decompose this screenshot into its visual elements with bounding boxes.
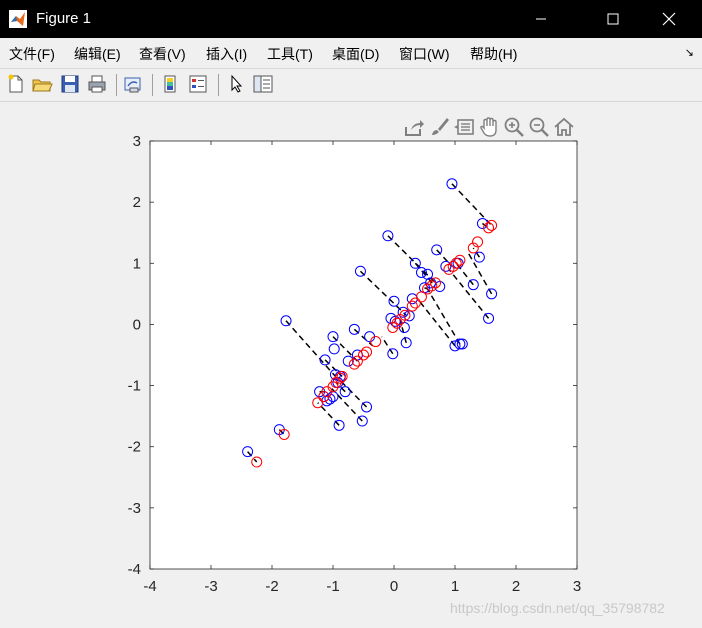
x-tick-label: 3 [573, 578, 581, 595]
y-tick-label: -1 [128, 378, 141, 395]
x-tick-label: 2 [512, 578, 520, 595]
x-tick-label: -3 [204, 578, 217, 595]
x-tick-label: -2 [265, 578, 278, 595]
x-tick-label: 1 [451, 578, 459, 595]
x-tick-label: -1 [326, 578, 339, 595]
y-tick-label: -2 [128, 439, 141, 456]
axes-box [149, 140, 578, 570]
x-tick-label: -4 [143, 578, 156, 595]
x-tick-label: 0 [390, 578, 398, 595]
y-tick-label: -4 [128, 561, 141, 578]
y-tick-label: 0 [133, 316, 141, 333]
y-tick-label: -3 [128, 500, 141, 517]
y-tick-label: 1 [133, 255, 141, 272]
y-tick-label: 3 [133, 133, 141, 150]
y-tick-label: 2 [133, 194, 141, 211]
scatter-plot: -4 -3 -2 -1 0 1 2 3 -4 -3 -2 -1 0 1 2 3 [128, 133, 582, 595]
watermark: https://blog.csdn.net/qq_35798782 [450, 600, 665, 616]
